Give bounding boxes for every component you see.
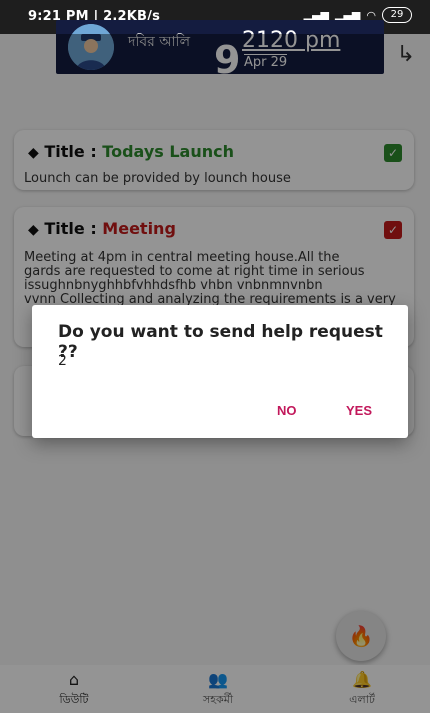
battery-icon: 29 <box>382 7 412 23</box>
dialog-title: Do you want to send help request ?? <box>58 322 383 362</box>
no-button[interactable]: NO <box>277 403 297 418</box>
help-request-dialog: Do you want to send help request ?? 2 NO… <box>32 305 408 438</box>
yes-button[interactable]: YES <box>346 403 372 418</box>
dialog-message: 2 <box>58 353 67 369</box>
app-screen: 9:21 PM | 2.2KB/s ▂▄▆ ▂▄▆ ◠ 29 দবির আলি … <box>0 0 430 713</box>
